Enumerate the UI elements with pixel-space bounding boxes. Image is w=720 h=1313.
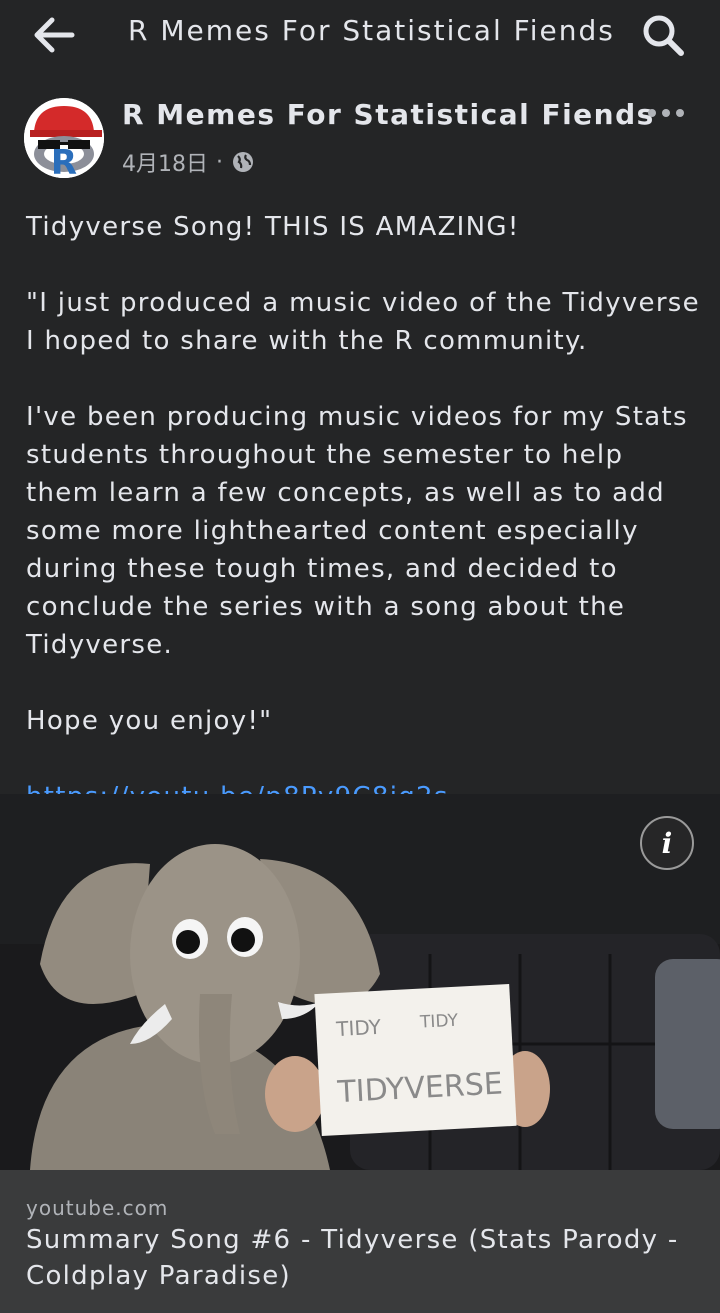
- post-text: Tidyverse Song! THIS IS AMAZING! "I just…: [26, 208, 706, 816]
- sign-word: TIDY: [419, 1011, 460, 1033]
- info-icon: i: [661, 826, 673, 860]
- post-paragraph: "I just produced a music video of the Ti…: [26, 288, 700, 356]
- info-button[interactable]: i: [640, 816, 694, 870]
- r-logo-avatar-icon: R: [24, 98, 104, 178]
- page-avatar[interactable]: R: [24, 98, 104, 178]
- more-options-button[interactable]: [640, 98, 692, 128]
- meta-separator: ·: [216, 149, 223, 175]
- post-paragraph: Tidyverse Song! THIS IS AMAZING!: [26, 212, 520, 242]
- globe-icon: [233, 152, 253, 172]
- arrow-left-icon: [34, 17, 75, 53]
- post-paragraph: Hope you enjoy!": [26, 706, 273, 736]
- top-bar: R Memes For Statistical Fiends: [0, 0, 720, 70]
- post-date[interactable]: 4月18日: [122, 146, 208, 178]
- page-title: R Memes For Statistical Fiends: [128, 14, 615, 47]
- post-author[interactable]: R Memes For Statistical Fiends: [122, 98, 655, 131]
- more-dots-icon: [648, 109, 684, 117]
- video-thumbnail[interactable]: TIDY TIDY TIDYVERSE: [0, 794, 720, 1170]
- video-still-image: TIDY TIDY TIDYVERSE: [0, 794, 720, 1170]
- link-domain: youtube.com: [26, 1196, 169, 1220]
- link-preview[interactable]: youtube.com Summary Song #6 - Tidyverse …: [0, 1170, 720, 1313]
- search-icon: [643, 15, 684, 56]
- post-paragraph: I've been producing music videos for my …: [26, 402, 688, 660]
- svg-text:R: R: [51, 143, 77, 178]
- link-title: Summary Song #6 - Tidyverse (Stats Parod…: [26, 1225, 679, 1291]
- post-meta: 4月18日 ·: [122, 146, 255, 178]
- sign-word: TIDY: [335, 1015, 383, 1041]
- search-button[interactable]: [638, 10, 690, 60]
- back-button[interactable]: [28, 12, 84, 58]
